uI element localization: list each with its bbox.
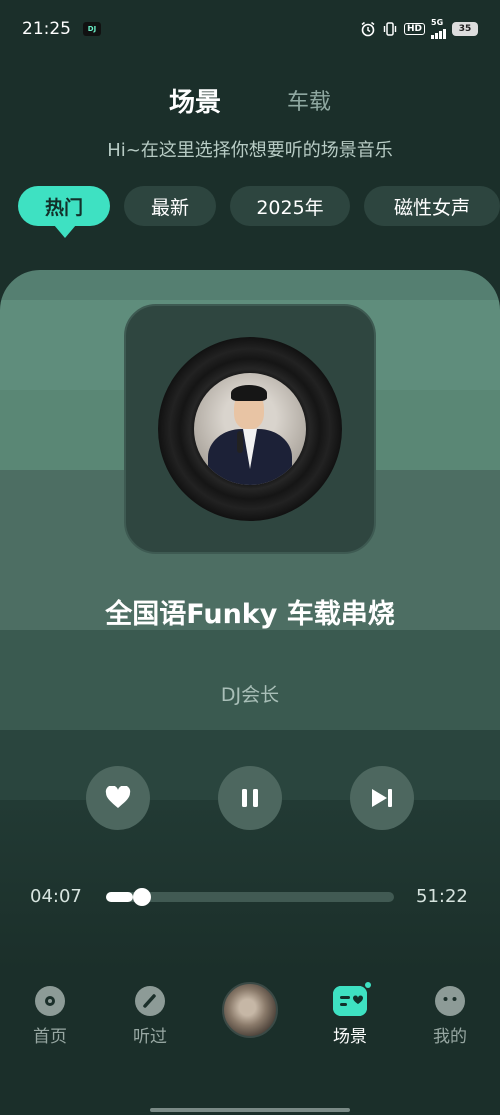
network-label: 5G [431, 18, 444, 27]
now-playing-avatar[interactable] [222, 982, 278, 1038]
chip-magnetic-female[interactable]: 磁性女声 [364, 186, 500, 226]
scene-icon [333, 982, 371, 1016]
nav-profile[interactable]: 我的 [410, 978, 490, 1047]
artist-name: DJ会长 [220, 684, 280, 706]
profile-icon [435, 986, 465, 1016]
nav-scene-label: 场景 [333, 1027, 367, 1047]
scene-dot-icon [365, 982, 371, 988]
hd-icon: HD [403, 23, 425, 35]
elapsed-time: 04:07 [30, 886, 82, 907]
chip-latest[interactable]: 最新 [124, 186, 216, 226]
progress-knob[interactable] [133, 888, 152, 906]
home-indicator[interactable] [150, 1108, 350, 1112]
skip-next-icon [372, 789, 392, 807]
nav-scene[interactable]: 场景 [310, 978, 390, 1047]
pause-icon [242, 789, 258, 807]
nav-home[interactable]: 首页 [10, 978, 90, 1047]
tab-scene[interactable]: 场景 [169, 82, 221, 119]
signal-icon: 5G [431, 19, 446, 39]
favorite-button[interactable] [86, 766, 150, 830]
heart-icon [105, 786, 131, 808]
nav-home-label: 首页 [33, 1027, 67, 1047]
tab-car[interactable]: 车载 [287, 84, 331, 116]
status-bar: 21:25 DJ HD 5G 35 [0, 0, 500, 58]
progress-slider[interactable] [106, 888, 394, 906]
song-title: 全国语Funky 车载串烧 [105, 599, 395, 630]
vibrate-icon [382, 21, 398, 37]
history-icon [135, 986, 165, 1016]
battery-icon: 35 [452, 22, 478, 36]
disc-icon [35, 986, 65, 1016]
progress-row: 04:07 51:22 [0, 886, 500, 910]
category-chips: 热门 最新 2025年 磁性女声 [18, 186, 500, 246]
bottom-nav: 首页 听过 场景 我的 [0, 978, 500, 1048]
pause-button[interactable] [218, 766, 282, 830]
top-tabs: 场景 车载 [0, 80, 500, 120]
nav-profile-label: 我的 [433, 1027, 467, 1047]
album-cover[interactable] [124, 304, 376, 554]
artist-portrait [194, 373, 306, 485]
chip-2025[interactable]: 2025年 [230, 186, 350, 226]
nav-history[interactable]: 听过 [110, 978, 190, 1047]
chip-hot[interactable]: 热门 [18, 186, 110, 238]
dj-app-badge-icon: DJ [83, 22, 101, 36]
player-card: 全国语Funky 车载串烧 DJ会长 04:07 51:22 [0, 270, 500, 970]
duration-time: 51:22 [416, 886, 468, 907]
progress-fill [106, 892, 134, 902]
status-time: 21:25 [22, 19, 71, 39]
playback-controls [0, 766, 500, 830]
next-button[interactable] [350, 766, 414, 830]
page-subtitle: Hi~在这里选择你想要听的场景音乐 [107, 140, 393, 161]
nav-history-label: 听过 [133, 1027, 167, 1047]
vinyl-record-icon [158, 337, 342, 521]
alarm-icon [360, 21, 376, 37]
